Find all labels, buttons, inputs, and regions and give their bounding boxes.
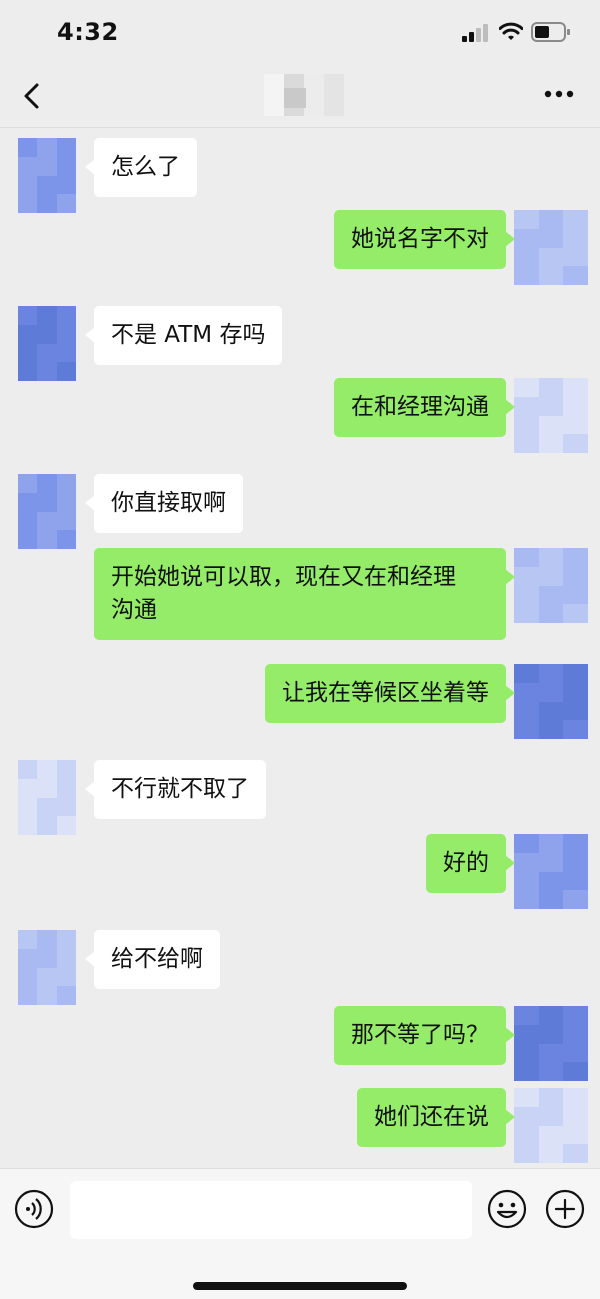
chevron-left-icon[interactable] — [20, 82, 44, 110]
user-avatar[interactable] — [514, 1088, 588, 1163]
wifi-icon — [499, 22, 523, 40]
message-bubble[interactable]: 那不等了吗？ — [334, 1006, 515, 1065]
home-indicator — [193, 1282, 407, 1290]
message-bubble[interactable]: 她们还在说 — [357, 1088, 515, 1147]
message-bubble[interactable]: 怎么了 — [85, 138, 197, 197]
contact-avatar[interactable] — [18, 760, 76, 835]
message-input[interactable] — [70, 1181, 472, 1239]
message-bubble[interactable]: 不行就不取了 — [85, 760, 266, 819]
user-avatar[interactable] — [514, 1006, 588, 1081]
message-bubble[interactable]: 不是 ATM 存吗 — [84, 306, 283, 365]
battery-icon — [531, 22, 570, 42]
message-bubble[interactable]: 让我在等候区坐着等 — [265, 664, 515, 723]
plus-icon[interactable] — [545, 1189, 585, 1229]
message-bubble[interactable]: 好的 — [426, 834, 515, 893]
user-avatar[interactable] — [514, 210, 588, 285]
message-bubble[interactable]: 开始她说可以取，现在又在和经理 沟通 — [94, 548, 515, 640]
contact-avatar[interactable] — [18, 306, 76, 381]
message-list[interactable]: 怎么了 她说名字不对 不是 ATM 存吗 在和经理沟通 你直接取啊 开始她说可以… — [0, 128, 600, 1168]
message-bubble[interactable]: 给不给啊 — [85, 930, 220, 989]
contact-avatar[interactable] — [18, 474, 76, 549]
user-avatar[interactable] — [514, 378, 588, 453]
message-bubble[interactable]: 她说名字不对 — [334, 210, 515, 269]
user-avatar[interactable] — [514, 664, 588, 739]
message-bubble[interactable]: 在和经理沟通 — [334, 378, 515, 437]
input-bar — [0, 1168, 600, 1299]
user-avatar[interactable] — [514, 834, 588, 909]
contact-avatar[interactable] — [18, 930, 76, 1005]
user-avatar[interactable] — [514, 548, 588, 623]
contact-name-blurred — [264, 74, 344, 116]
status-time: 4:32 — [57, 18, 119, 46]
voice-icon[interactable] — [14, 1189, 54, 1229]
signal-icon — [462, 24, 488, 42]
message-bubble[interactable]: 你直接取啊 — [85, 474, 243, 533]
status-bar: 4:32 — [0, 0, 600, 62]
emoji-icon[interactable] — [487, 1189, 527, 1229]
contact-avatar[interactable] — [18, 138, 76, 213]
more-horizontal-icon[interactable] — [544, 90, 574, 98]
nav-bar — [0, 62, 600, 128]
